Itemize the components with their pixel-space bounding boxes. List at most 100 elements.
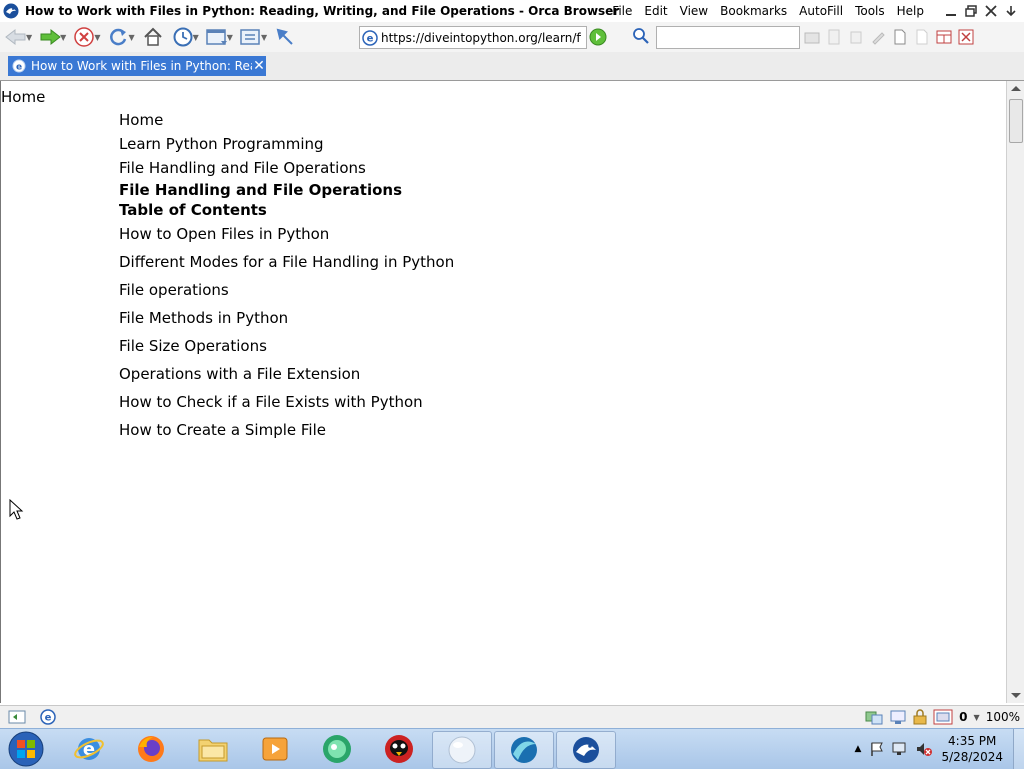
tab-close-icon[interactable]: ✕ (252, 58, 266, 74)
clock-time: 4:35 PM (948, 734, 997, 748)
taskbar-app-sphere[interactable] (432, 731, 492, 769)
toc-item-modes[interactable]: Different Modes for a File Handling in P… (119, 253, 454, 271)
red-bird-icon (385, 735, 413, 763)
start-button[interactable] (4, 731, 48, 767)
toc-item-create-file[interactable]: How to Create a Simple File (119, 421, 326, 439)
menu-bar: File Edit View Bookmarks AutoFill Tools … (600, 0, 924, 21)
vertical-scrollbar[interactable] (1006, 81, 1024, 703)
white-sphere-icon (448, 736, 476, 764)
toc-item-file-exists[interactable]: How to Check if a File Exists with Pytho… (119, 393, 423, 411)
new-window-dropdown-icon[interactable]: ▼ (227, 33, 233, 42)
taskbar-media-player[interactable] (246, 731, 304, 767)
taskbar-chat-app[interactable] (308, 731, 366, 767)
search-box[interactable] (656, 26, 800, 49)
lock-icon[interactable] (913, 709, 927, 725)
scroll-up-arrow-icon[interactable] (1011, 86, 1021, 91)
connection-icon[interactable] (889, 709, 907, 725)
system-tray: ▲ 4:35 PM 5/28/2024 (855, 729, 1024, 769)
stop-icon (74, 27, 95, 47)
popup-count: 0 (959, 710, 968, 724)
pen-icon[interactable] (868, 27, 888, 47)
url-input[interactable] (381, 30, 581, 45)
taskbar-explorer[interactable] (184, 731, 242, 767)
taskbar-app-swirl[interactable] (494, 731, 554, 769)
forward-dropdown-icon[interactable]: ▼ (60, 33, 66, 42)
tray-expand-icon[interactable]: ▲ (855, 744, 862, 754)
windows-start-icon (8, 731, 44, 767)
toc-item-open-files[interactable]: How to Open Files in Python (119, 225, 329, 243)
forward-arrow-icon (40, 28, 61, 46)
panel-toggle-icon[interactable] (8, 709, 26, 725)
taskbar-orca-browser[interactable] (556, 731, 616, 769)
menu-bookmarks[interactable]: Bookmarks (720, 4, 787, 18)
copy-icon[interactable] (846, 27, 866, 47)
pin-arrow-icon (276, 28, 293, 45)
menu-autofill[interactable]: AutoFill (799, 4, 843, 18)
svg-text:e: e (367, 33, 374, 44)
show-desktop-button[interactable] (1013, 729, 1024, 769)
status-right: 0 ▼ 100% (859, 706, 1020, 728)
blank-page-icon[interactable] (912, 27, 932, 47)
address-bar[interactable]: e (359, 26, 587, 49)
new-page-icon[interactable] (890, 27, 910, 47)
restore-icon[interactable] (962, 2, 980, 20)
zoom-dropdown-icon[interactable]: ▼ (974, 713, 980, 722)
menu-help[interactable]: Help (897, 4, 924, 18)
tab-active[interactable]: e How to Work with Files in Python: Rea.… (8, 56, 266, 76)
layout-icon[interactable] (934, 27, 954, 47)
screenshot-icon[interactable] (802, 27, 822, 47)
close-window-icon[interactable] (982, 2, 1000, 20)
breadcrumb-learn-python[interactable]: Learn Python Programming (119, 135, 324, 153)
home-icon (143, 27, 162, 46)
refresh-icon (110, 28, 127, 46)
minimize-icon[interactable] (942, 2, 960, 20)
search-icon[interactable] (632, 27, 650, 45)
status-globe-icon: e (40, 709, 56, 725)
close-all-icon[interactable] (956, 27, 976, 47)
toc-item-file-size[interactable]: File Size Operations (119, 337, 267, 355)
download-arrow-icon[interactable] (1002, 2, 1020, 20)
network-tray-icon[interactable] (891, 741, 909, 757)
volume-muted-icon[interactable] (915, 741, 933, 757)
skip-home-link[interactable]: Home (1, 88, 45, 106)
breadcrumb-file-handling[interactable]: File Handling and File Operations (119, 159, 366, 177)
go-button-icon[interactable] (588, 27, 608, 47)
refresh-dropdown-icon[interactable]: ▼ (128, 33, 134, 42)
search-input[interactable] (657, 27, 799, 48)
collect-button[interactable] (271, 24, 299, 50)
scroll-thumb[interactable] (1009, 99, 1023, 143)
new-window-icon (206, 29, 227, 45)
home-button[interactable] (139, 24, 167, 50)
taskbar-bird-app[interactable] (370, 731, 428, 767)
zoom-level[interactable]: 100% (986, 710, 1020, 724)
tab-bar: e How to Work with Files in Python: Rea.… (0, 52, 1024, 81)
network-icon[interactable] (865, 709, 883, 725)
scroll-down-arrow-icon[interactable] (1011, 693, 1021, 698)
toc-item-file-methods[interactable]: File Methods in Python (119, 309, 288, 327)
taskbar-firefox[interactable] (122, 731, 180, 767)
history-dropdown-icon[interactable]: ▼ (193, 33, 199, 42)
toc-item-file-operations[interactable]: File operations (119, 281, 229, 299)
taskbar-ie[interactable]: e (60, 731, 118, 767)
menu-tools[interactable]: Tools (855, 4, 885, 18)
tab-page-icon: e (12, 59, 26, 73)
tile-dropdown-icon[interactable]: ▼ (261, 33, 267, 42)
orca-browser-logo-icon (3, 3, 19, 18)
back-dropdown-icon[interactable]: ▼ (26, 33, 32, 42)
svg-text:e: e (45, 713, 52, 724)
menu-edit[interactable]: Edit (644, 4, 667, 18)
toc-item-file-extension[interactable]: Operations with a File Extension (119, 365, 360, 383)
breadcrumb-home[interactable]: Home (119, 111, 163, 129)
green-bubble-icon (323, 735, 351, 763)
tile-windows-icon (240, 29, 260, 45)
internet-explorer-icon: e (74, 738, 104, 760)
toc-title: Table of Contents (119, 201, 267, 219)
action-center-flag-icon[interactable] (869, 741, 885, 757)
menu-view[interactable]: View (680, 4, 708, 18)
back-arrow-icon (5, 28, 26, 46)
popup-blocker-icon[interactable] (933, 709, 953, 725)
stop-dropdown-icon[interactable]: ▼ (94, 33, 100, 42)
page-icon[interactable] (824, 27, 844, 47)
clock[interactable]: 4:35 PM 5/28/2024 (941, 733, 1003, 765)
menu-file[interactable]: File (612, 4, 632, 18)
